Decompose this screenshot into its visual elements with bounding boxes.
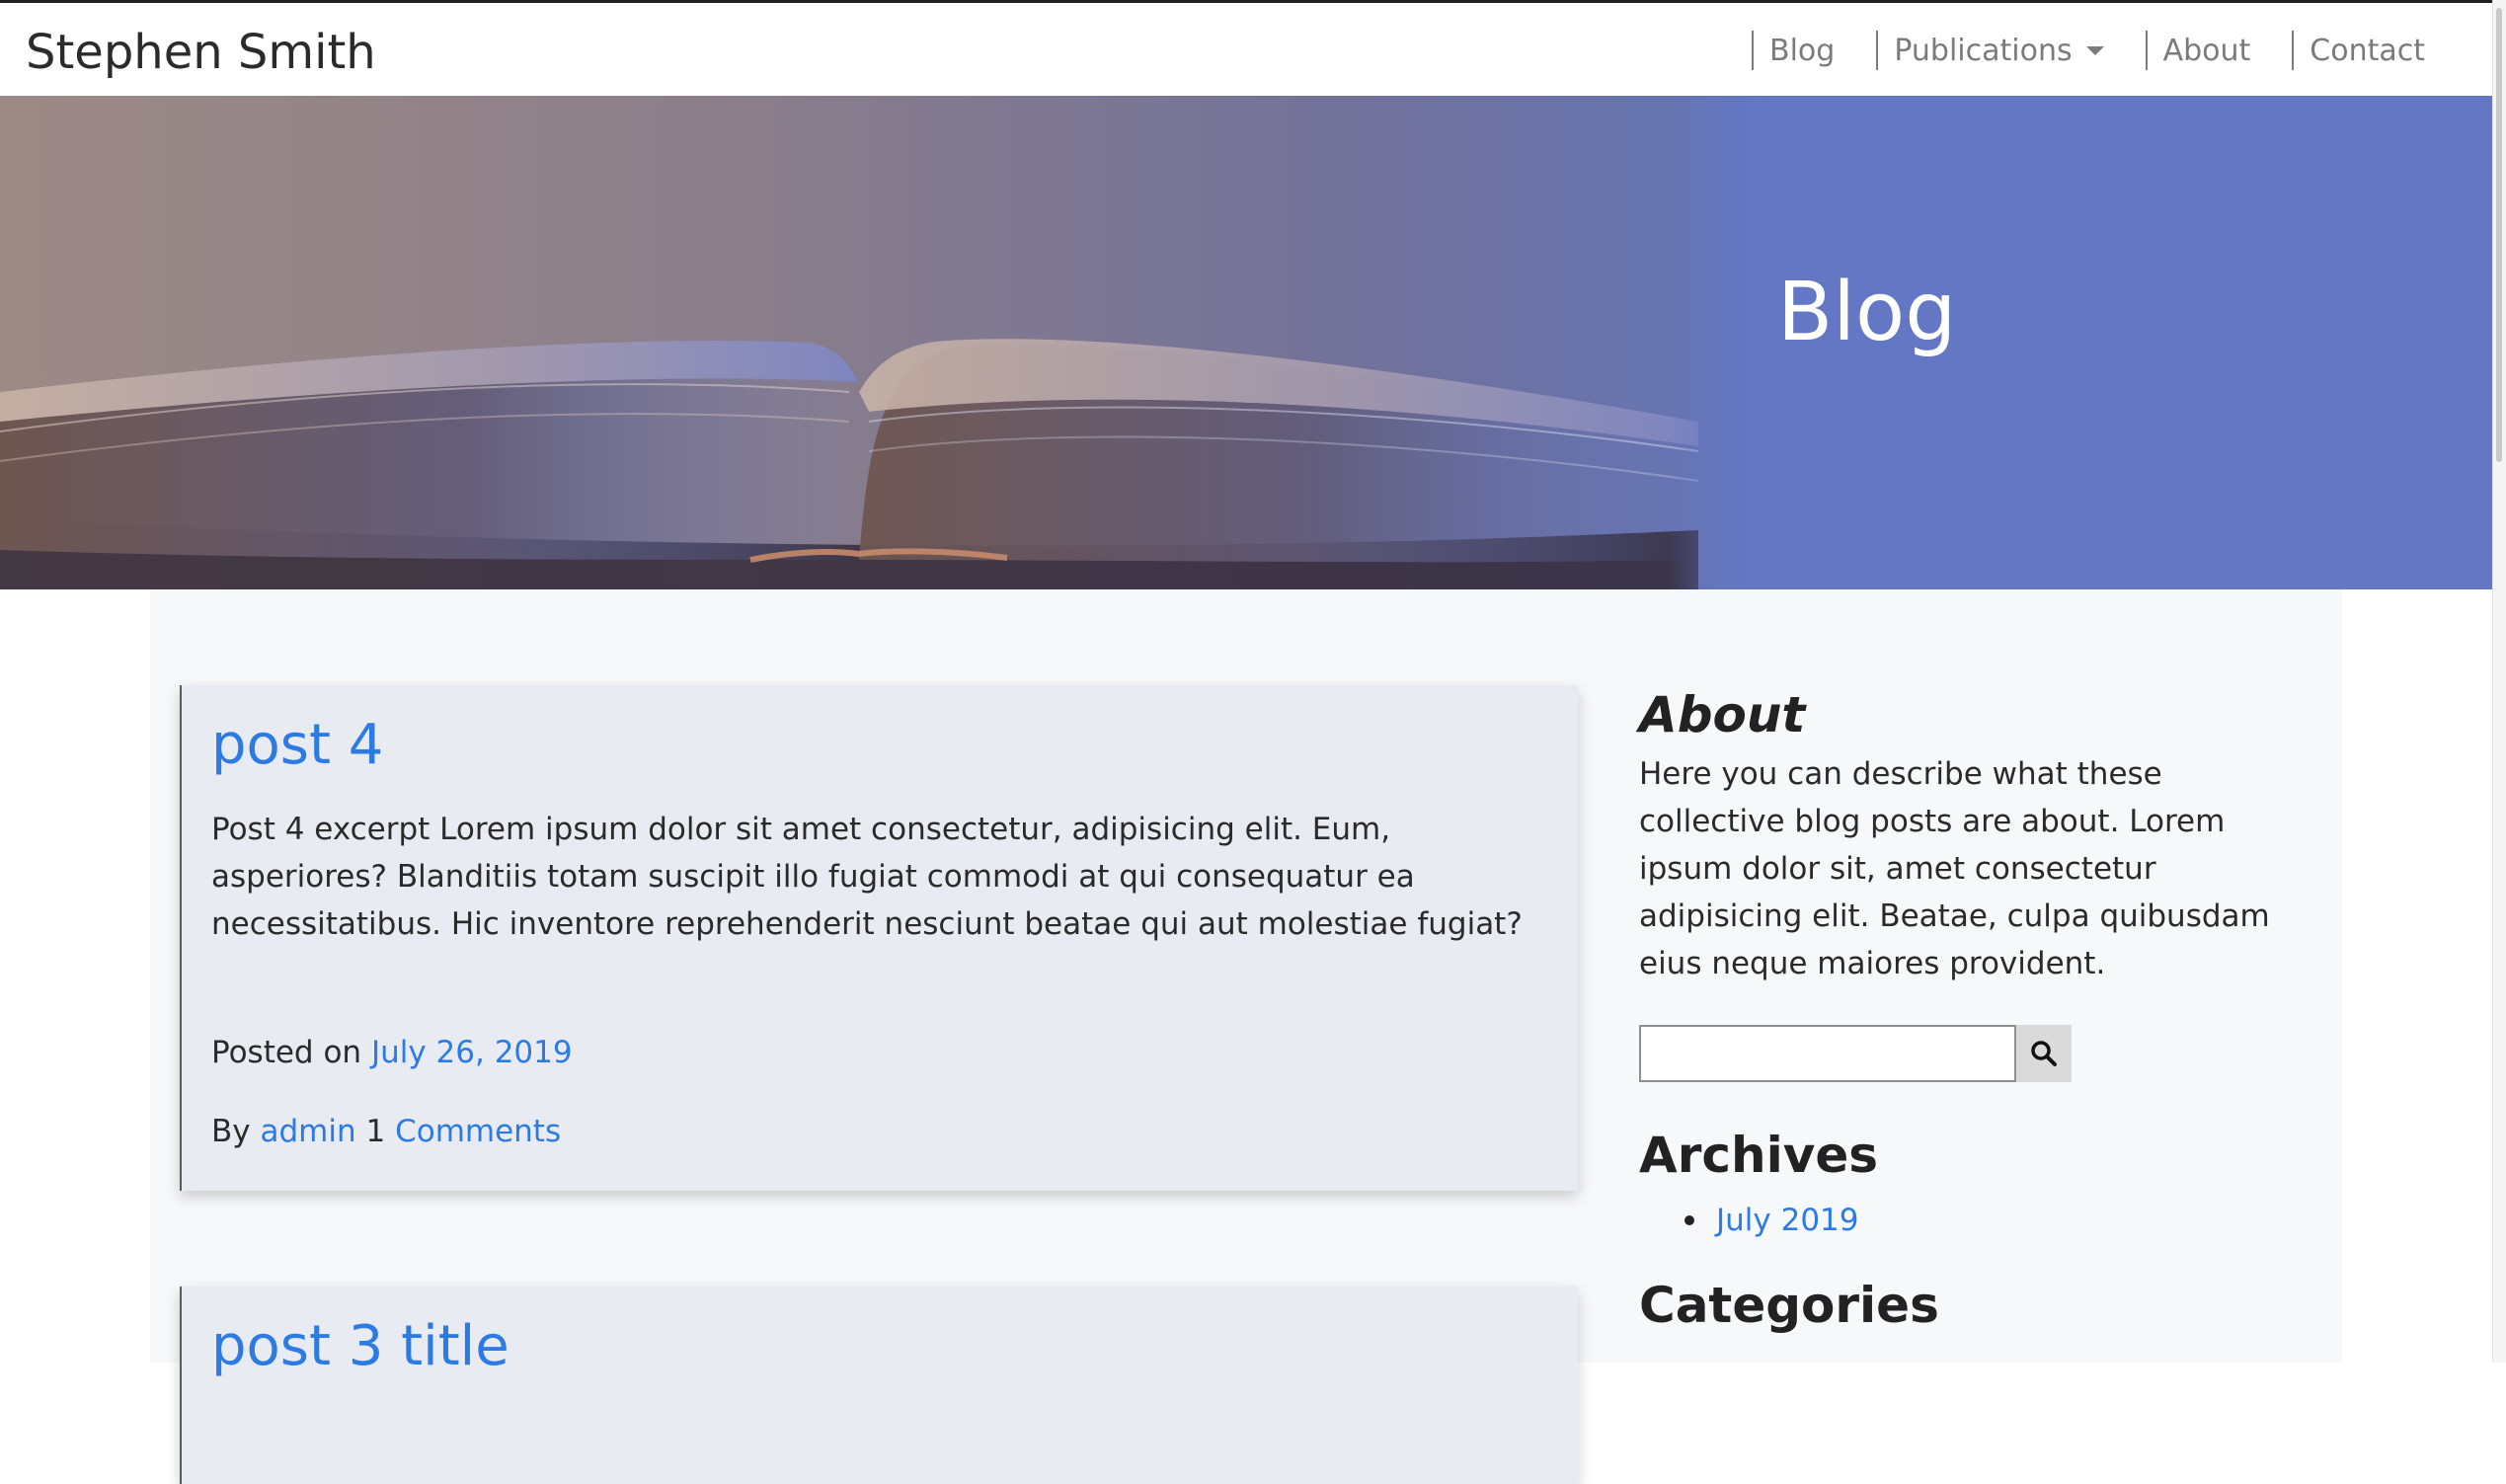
scrollbar-thumb[interactable] — [2496, 8, 2502, 462]
archive-list: July 2019 — [1639, 1199, 1859, 1242]
nav-item-label: Blog — [1769, 33, 1836, 68]
search-form — [1639, 1025, 2072, 1082]
site-brand[interactable]: Stephen Smith — [26, 23, 376, 82]
comment-count: 1 — [365, 1114, 386, 1149]
about-heading: About — [1639, 686, 1806, 743]
comments-link[interactable]: Comments — [395, 1114, 561, 1149]
nav-item-contact[interactable]: Contact — [2292, 31, 2441, 70]
nav-item-about[interactable]: About — [2145, 31, 2267, 70]
about-text: Here you can describe what these collect… — [1639, 756, 2270, 981]
hero-title: Blog — [1777, 266, 1957, 359]
caret-down-icon — [2085, 45, 2104, 55]
navbar: Stephen Smith Blog Publications About Co… — [0, 0, 2492, 96]
post-title-link[interactable]: post 4 — [211, 711, 383, 780]
open-book-image — [0, 96, 2492, 589]
posted-on-label: Posted on — [211, 1035, 362, 1070]
nav-item-publications[interactable]: Publications — [1876, 31, 2119, 70]
bullet-icon — [1684, 1215, 1694, 1225]
nav-item-label: About — [2162, 33, 2251, 68]
nav-item-blog[interactable]: Blog — [1752, 31, 1850, 70]
list-item: July 2019 — [1639, 1199, 1859, 1242]
post-date-line: Posted on July 26, 2019 — [211, 1033, 573, 1072]
post-date-link[interactable]: July 26, 2019 — [371, 1035, 573, 1070]
content-area: post 4 Post 4 excerpt Lorem ipsum dolor … — [150, 589, 2342, 1484]
nav-item-label: Publications — [1894, 33, 2073, 68]
main-nav: Blog Publications About Contact — [1752, 27, 2441, 74]
archives-heading: Archives — [1639, 1127, 1878, 1184]
post-card: post 4 Post 4 excerpt Lorem ipsum dolor … — [180, 685, 1578, 1191]
categories-heading: Categories — [1639, 1277, 1939, 1334]
post-card: post 3 title — [180, 1287, 1578, 1484]
nav-item-label: Contact — [2310, 33, 2426, 68]
hero-banner: Blog — [0, 96, 2492, 589]
author-link[interactable]: admin — [260, 1114, 355, 1149]
by-label: By — [211, 1114, 251, 1149]
post-author-line: By admin 1 Comments — [211, 1112, 561, 1151]
post-title-link[interactable]: post 3 title — [211, 1312, 509, 1381]
search-icon — [2031, 1041, 2057, 1066]
search-button[interactable] — [2016, 1025, 2072, 1082]
search-input[interactable] — [1639, 1025, 2016, 1082]
archive-link[interactable]: July 2019 — [1716, 1203, 1859, 1238]
post-excerpt: Post 4 excerpt Lorem ipsum dolor sit ame… — [211, 812, 1523, 942]
